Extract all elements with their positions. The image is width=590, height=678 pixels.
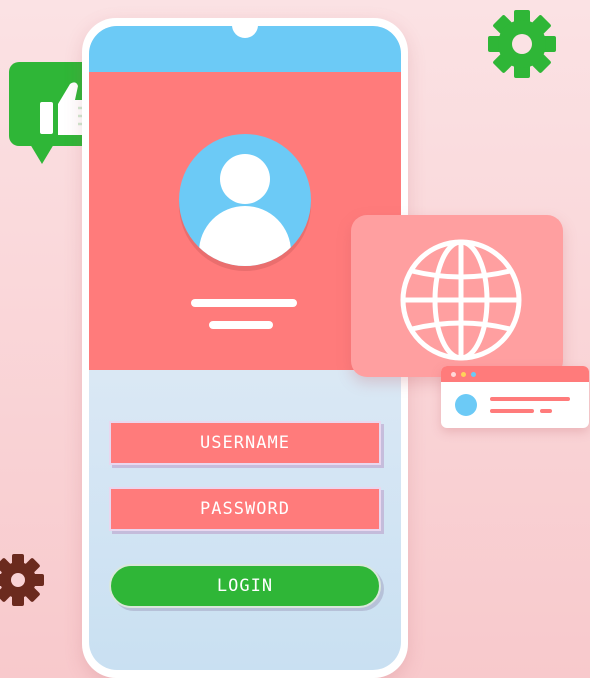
globe-icon — [400, 239, 522, 361]
avatar-head — [220, 154, 270, 204]
profile-name-placeholder — [191, 299, 297, 307]
password-label: PASSWORD — [200, 499, 290, 519]
username-field[interactable]: USERNAME — [109, 421, 381, 465]
password-field[interactable]: PASSWORD — [109, 487, 381, 531]
avatar-body — [199, 206, 291, 266]
login-button-label: LOGIN — [216, 576, 274, 596]
bubble-tail — [30, 144, 54, 164]
text-line-placeholder — [490, 397, 570, 401]
user-avatar-icon — [179, 134, 311, 266]
window-dot — [451, 372, 456, 377]
window-dot — [471, 372, 476, 377]
login-button[interactable]: LOGIN — [109, 564, 381, 608]
username-label: USERNAME — [200, 433, 290, 453]
text-line-placeholder — [490, 409, 534, 413]
gear-icon — [488, 10, 556, 78]
window-dot — [461, 372, 466, 377]
browser-avatar — [455, 394, 477, 416]
text-line-placeholder — [540, 409, 552, 413]
profile-subtitle-placeholder — [209, 321, 273, 329]
browser-window-icon — [441, 366, 589, 428]
gear-icon — [0, 554, 44, 606]
